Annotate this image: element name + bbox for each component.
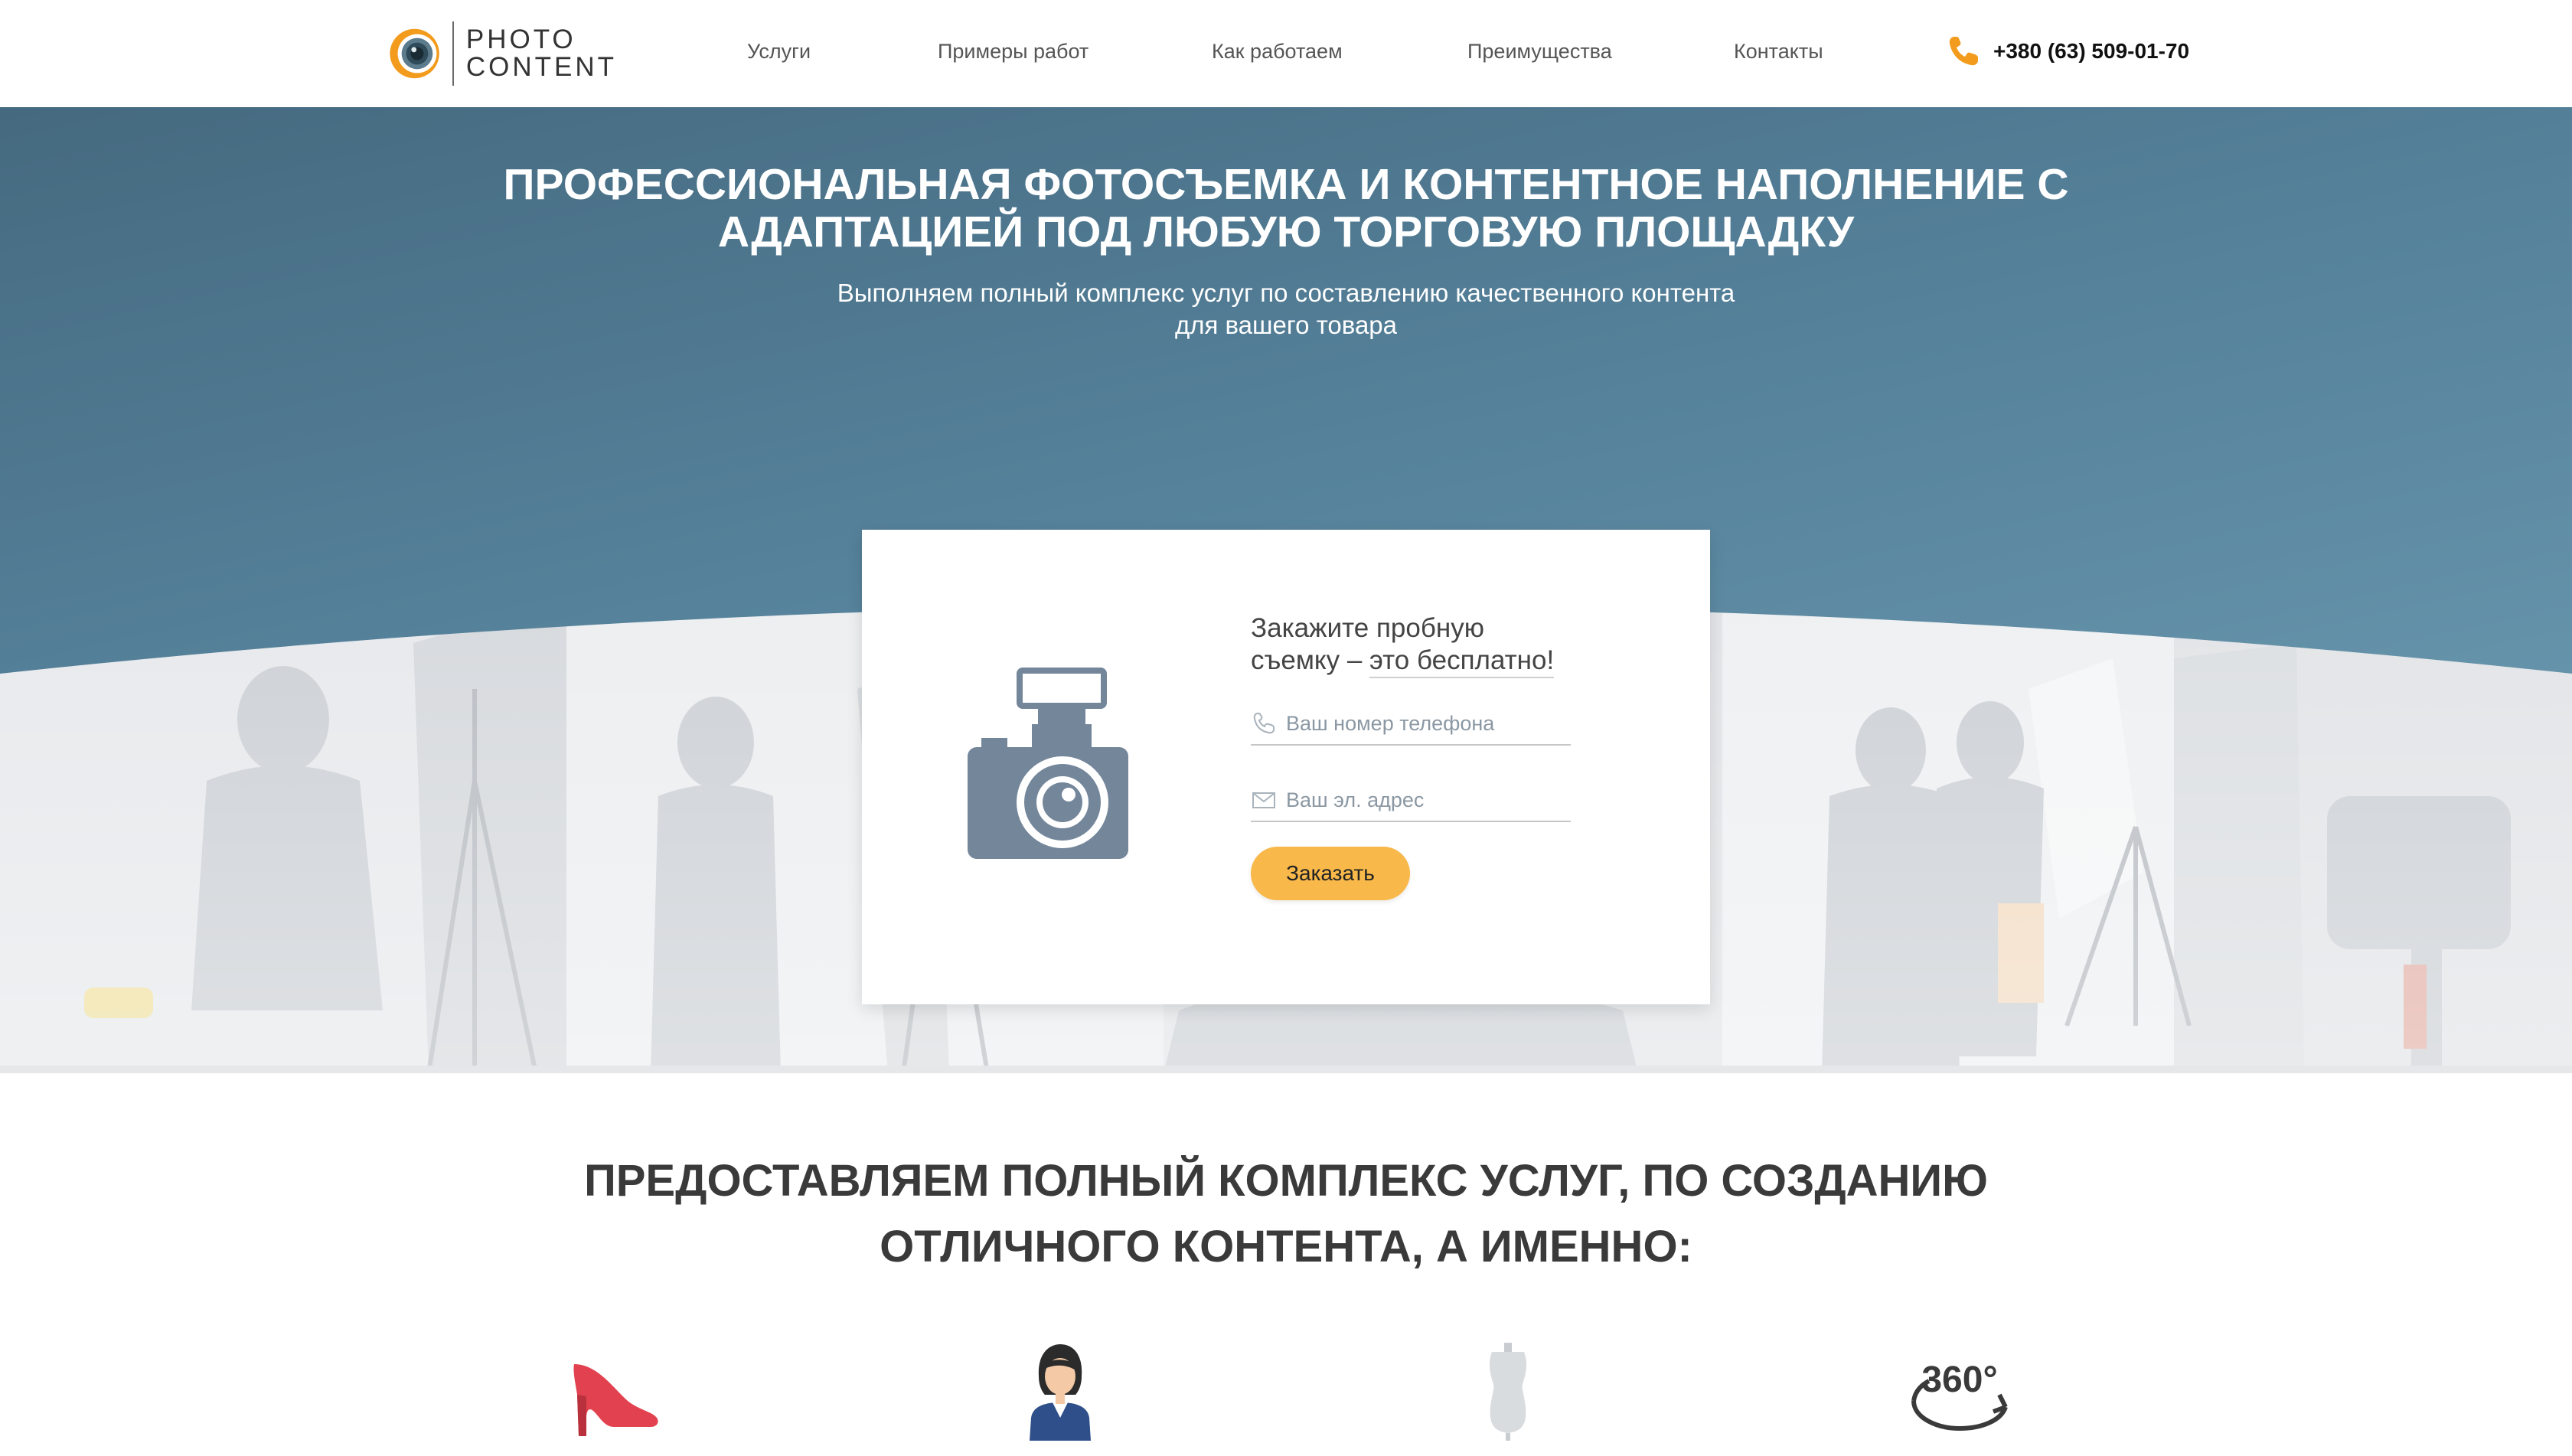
hero-title-line-1: ПРОФЕССИОНАЛЬНАЯ ФОТОСЪЕМКА И КОНТЕНТНОЕ… (503, 160, 2069, 209)
rotation-360-icon: 360° (1911, 1360, 2008, 1432)
hero-subtitle-line-2: для вашего товара (1174, 311, 1398, 339)
phone-input[interactable] (1286, 711, 1562, 736)
services-title-line-2: ОТЛИЧНОГО КОНТЕНТА, А ИМЕННО: (880, 1222, 1692, 1272)
phone-icon (1949, 37, 1978, 66)
services-title-line-1: ПРЕДОСТАВЛЯЕМ ПОЛНЫЙ КОМПЛЕКС УСЛУГ, ПО … (584, 1156, 1988, 1206)
header-phone[interactable]: +380 (63) 509-01-70 (1944, 32, 2189, 70)
camera-icon (968, 668, 1128, 859)
nav-item-services[interactable]: Услуги (747, 40, 811, 64)
phone-outline-icon (1253, 713, 1275, 734)
rotation-360-label: 360° (1921, 1360, 1997, 1400)
envelope-icon (1252, 792, 1275, 808)
services-title: ПРЕДОСТАВЛЯЕМ ПОЛНЫЙ КОМПЛЕКС УСЛУГ, ПО … (444, 1148, 2128, 1280)
hero-section: ПРОФЕССИОНАЛЬНАЯ ФОТОСЪЕМКА И КОНТЕНТНОЕ… (0, 107, 2572, 1073)
phone-field[interactable] (1251, 703, 1571, 746)
nav-item-how-we-work[interactable]: Как работаем (1212, 40, 1343, 64)
form-heading-prefix: съемку – (1251, 645, 1370, 675)
email-field[interactable] (1251, 779, 1571, 822)
nav-item-portfolio[interactable]: Примеры работ (938, 40, 1089, 64)
mannequin-icon (1489, 1343, 1527, 1441)
form-heading: Закажите пробную съемку – это бесплатно! (1251, 612, 1588, 678)
trial-order-form: Закажите пробную съемку – это бесплатно!… (862, 530, 1710, 1004)
high-heel-shoe-icon (573, 1364, 658, 1436)
hero-title-line-2: АДАПТАЦИЕЙ ПОД ЛЮБУЮ ТОРГОВУЮ ПЛОЩАДКУ (717, 207, 1855, 256)
form-heading-line-1: Закажите пробную (1251, 613, 1484, 643)
form-heading-free-text: это бесплатно! (1369, 645, 1555, 678)
email-input[interactable] (1286, 788, 1562, 812)
order-button[interactable]: Заказать (1251, 847, 1410, 900)
hero-subtitle: Выполняем полный комплекс услуг по соста… (781, 277, 1791, 341)
phone-number: +380 (63) 509-01-70 (1993, 39, 2190, 63)
site-header: PHOTO CONTENT Услуги Примеры работ Как р… (0, 0, 2572, 107)
nav-item-contacts[interactable]: Контакты (1734, 40, 1823, 64)
nav-item-advantages[interactable]: Преимущества (1467, 40, 1612, 64)
hero-subtitle-line-1: Выполняем полный комплекс услуг по соста… (837, 279, 1735, 307)
hero-title: ПРОФЕССИОНАЛЬНАЯ ФОТОСЪЕМКА И КОНТЕНТНОЕ… (291, 161, 2281, 256)
model-woman-icon (1030, 1344, 1091, 1441)
